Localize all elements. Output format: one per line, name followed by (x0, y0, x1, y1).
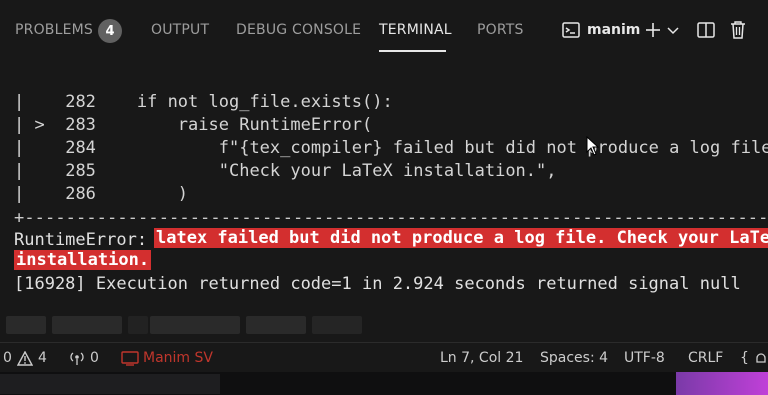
tab-debug-console[interactable]: DEBUG CONSOLE (236, 22, 361, 38)
execution-result-line: [16928] Execution returned code=1 in 2.9… (14, 274, 741, 294)
status-cursor-position[interactable]: Ln 7, Col 21 (440, 350, 523, 366)
status-errors-count[interactable]: 0 (3, 350, 12, 366)
tab-problems[interactable]: PROBLEMS (15, 22, 93, 38)
error-message-line-2: installation. (14, 250, 152, 270)
terminal-icon[interactable] (561, 20, 581, 40)
active-tab-indicator (379, 50, 446, 52)
status-warnings-count[interactable]: 4 (38, 350, 47, 366)
taskbar-left (0, 374, 220, 394)
code-line-285: | 285 "Check your LaTeX installation.", (14, 161, 557, 181)
error-type-label: RuntimeError: (14, 230, 158, 250)
warning-icon[interactable] (17, 351, 33, 366)
problems-count-badge: 4 (98, 19, 122, 43)
terminal-instance-name[interactable]: manim (587, 22, 640, 38)
mouse-pointer-icon (586, 136, 600, 156)
code-line-283: | > 283 raise RuntimeError( (14, 115, 373, 135)
code-line-282: | 282 if not log_file.exists(): (14, 92, 393, 112)
status-indentation[interactable]: Spaces: 4 (540, 350, 608, 366)
remote-window-icon[interactable] (121, 351, 139, 366)
tab-output[interactable]: OUTPUT (151, 22, 209, 38)
notifications-icon[interactable] (754, 351, 768, 366)
plus-icon[interactable] (643, 20, 663, 40)
desktop-wallpaper-edge (676, 372, 768, 395)
broadcast-icon[interactable] (68, 350, 86, 366)
status-encoding[interactable]: UTF-8 (624, 350, 665, 366)
status-ports-count[interactable]: 0 (90, 350, 99, 366)
trash-icon[interactable] (728, 19, 748, 41)
traceback-separator: +---------------------------------------… (14, 208, 768, 228)
status-manim-sv[interactable]: Manim SV (143, 350, 213, 366)
code-line-286: | 286 ) (14, 184, 189, 204)
error-message-line-1: latex failed but did not produce a log f… (154, 228, 768, 248)
terminal-output[interactable]: | 282 if not log_file.exists(): | > 283 … (0, 62, 768, 342)
language-mode-icon[interactable]: { (740, 350, 749, 366)
status-line-ending[interactable]: CRLF (688, 350, 723, 366)
panel-tab-bar: PROBLEMS 4 OUTPUT DEBUG CONSOLE TERMINAL… (0, 0, 768, 62)
tab-terminal[interactable]: TERMINAL (379, 22, 452, 38)
chevron-down-icon[interactable] (666, 23, 680, 37)
blurred-prompt (0, 316, 400, 336)
tab-ports[interactable]: PORTS (477, 22, 524, 38)
code-line-284: | 284 f"{tex_compiler} failed but did no… (14, 138, 768, 158)
status-bar: 0 4 0 Manim SV Ln 7, Col 21 Spaces: 4 UT… (0, 342, 768, 372)
split-terminal-icon[interactable] (696, 20, 716, 40)
